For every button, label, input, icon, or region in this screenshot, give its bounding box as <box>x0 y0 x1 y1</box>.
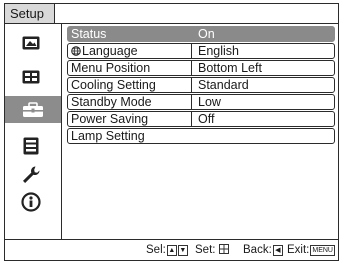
left-arrow-key-icon: ◀ <box>272 245 283 256</box>
select-label: Sel: <box>146 244 166 256</box>
back-label: Back: <box>243 244 272 256</box>
settings-list: Status On Language English Menu Position… <box>67 26 335 145</box>
menu-key-icon: MENU <box>310 245 335 256</box>
title-bar: Setup <box>5 4 338 24</box>
setting-label: Menu Position <box>68 61 192 75</box>
setting-label: Language <box>82 44 138 58</box>
exit-hint: Exit: MENU <box>287 240 335 260</box>
status-bar: Sel: ▲ ▼ Set: Back: ◀ Exit: MENU <box>5 239 338 260</box>
setting-row-language[interactable]: Language English <box>67 43 335 59</box>
menu-list-icon[interactable] <box>20 135 42 157</box>
setting-row-status[interactable]: Status On <box>67 26 335 42</box>
enter-key-icon <box>218 244 229 254</box>
setting-row-cooling-setting[interactable]: Cooling Setting Standard <box>67 77 335 93</box>
up-arrow-key-icon: ▲ <box>166 245 177 256</box>
setup-menu-window: Setup Status On Language English Menu Po… <box>4 3 339 261</box>
setting-label: Status <box>68 27 192 41</box>
setting-row-standby-mode[interactable]: Standby Mode Low <box>67 94 335 110</box>
globe-icon <box>71 46 81 56</box>
down-arrow-key-icon: ▼ <box>177 245 188 256</box>
setup-toolbox-icon[interactable] <box>5 96 61 123</box>
screen-icon[interactable] <box>20 66 42 88</box>
setting-value: On <box>198 27 215 41</box>
setting-label: Standby Mode <box>68 95 192 109</box>
setting-label: Power Saving <box>68 112 192 126</box>
wrench-icon[interactable] <box>20 164 42 186</box>
setting-value: Standard <box>198 78 249 92</box>
back-hint: Back: ◀ <box>243 240 283 260</box>
picture-icon[interactable] <box>20 32 42 54</box>
set-hint: Set: <box>195 240 229 260</box>
menu-sidebar <box>5 24 62 239</box>
select-hint: Sel: ▲ ▼ <box>146 240 188 260</box>
info-icon[interactable] <box>20 191 42 213</box>
setting-label-wrap: Language <box>68 44 192 58</box>
setting-row-menu-position[interactable]: Menu Position Bottom Left <box>67 60 335 76</box>
setting-value: Off <box>198 112 215 126</box>
exit-label: Exit: <box>287 244 310 256</box>
setting-label: Cooling Setting <box>68 78 192 92</box>
menu-title: Setup <box>5 4 55 23</box>
setting-row-lamp-setting[interactable]: Lamp Setting <box>67 128 335 144</box>
setting-value: Low <box>198 95 221 109</box>
setting-row-power-saving[interactable]: Power Saving Off <box>67 111 335 127</box>
set-label: Set: <box>195 244 216 256</box>
setting-label: Lamp Setting <box>71 129 145 143</box>
setting-value: Bottom Left <box>198 61 262 75</box>
setting-value: English <box>198 44 239 58</box>
